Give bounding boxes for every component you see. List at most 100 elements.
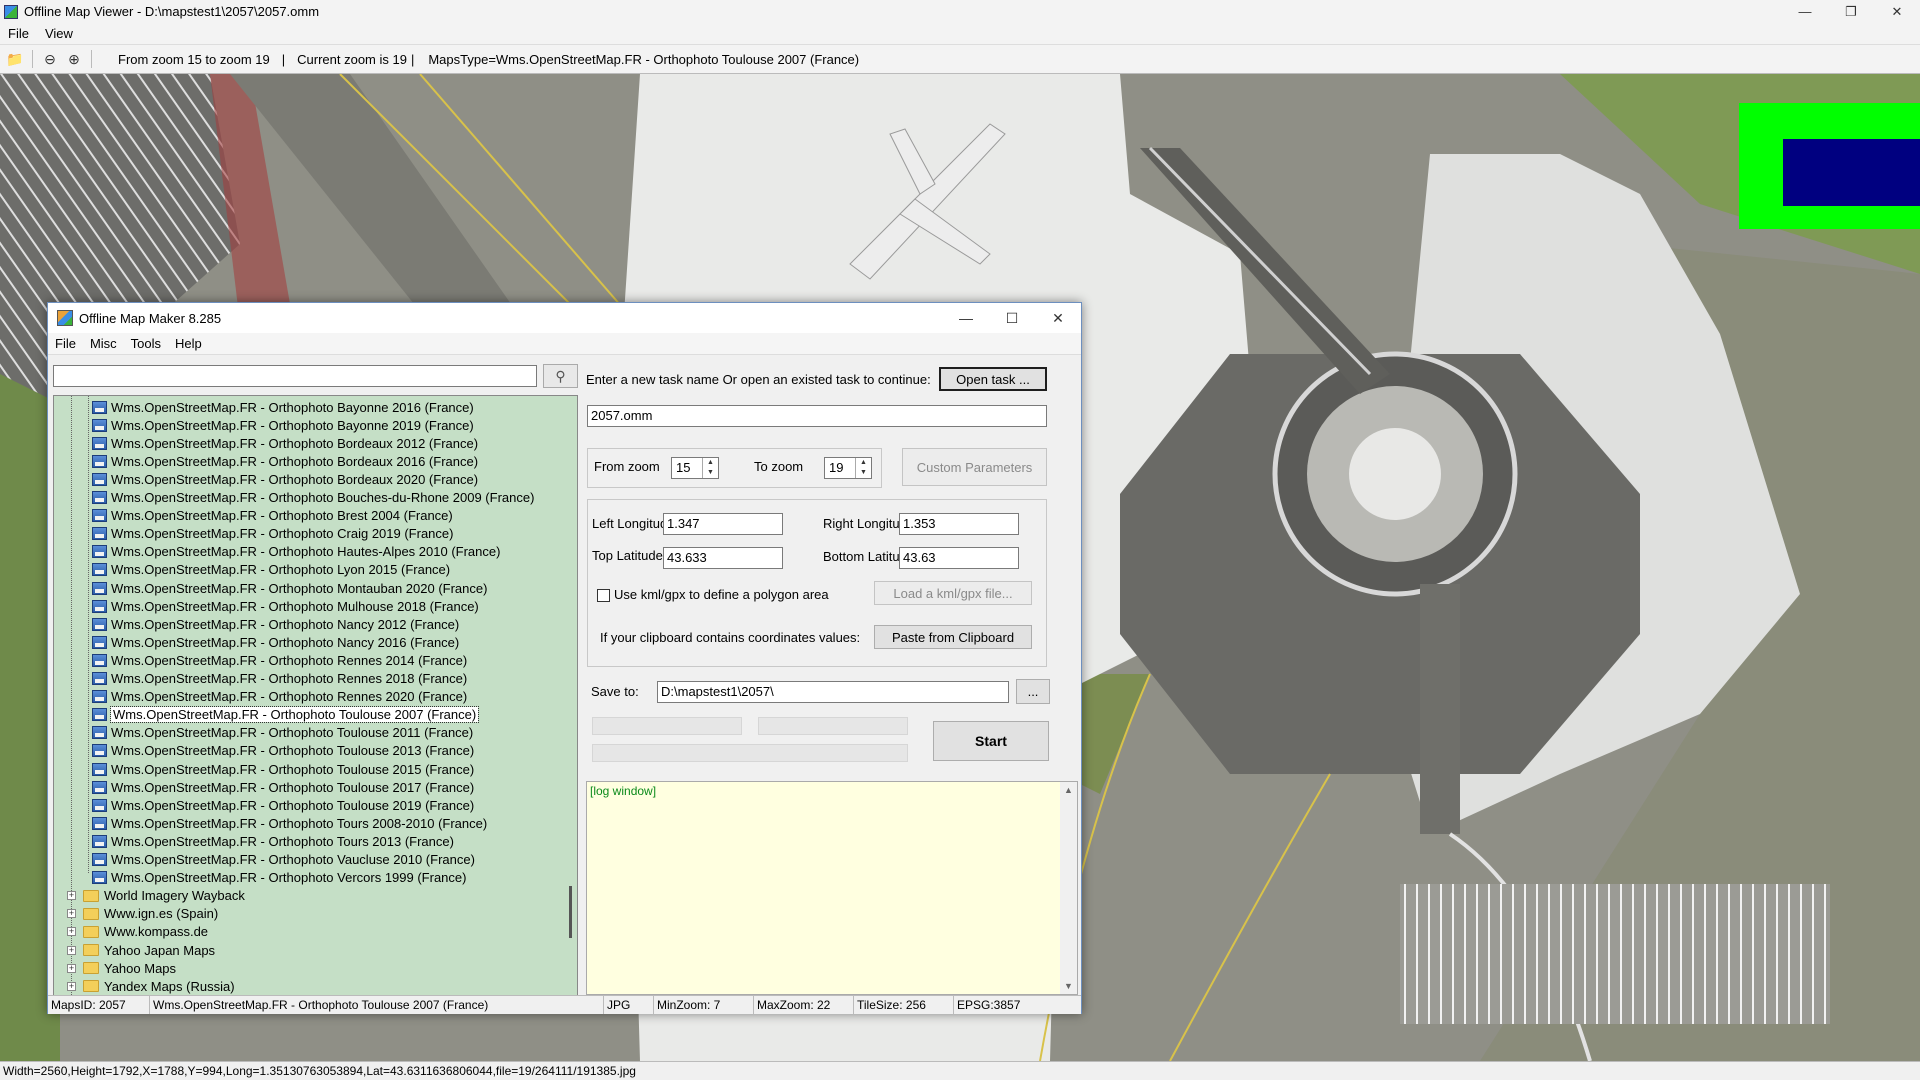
load-kml-button[interactable]: Load a kml/gpx file... bbox=[874, 581, 1032, 605]
zoom-in-icon[interactable]: ⊕ bbox=[65, 50, 83, 68]
tree-map-item[interactable]: Wms.OpenStreetMap.FR - Orthophoto Toulou… bbox=[92, 778, 474, 796]
from-zoom-spinner[interactable]: 15 ▲ ▼ bbox=[671, 457, 719, 479]
bottom-latitude-input[interactable]: 43.63 bbox=[899, 547, 1019, 569]
expand-plus-icon[interactable]: + bbox=[67, 963, 76, 973]
viewer-status-bar: Width=2560,Height=1792,X=1788,Y=994,Long… bbox=[0, 1061, 1920, 1080]
task-name-input[interactable]: 2057.omm bbox=[587, 405, 1047, 427]
map-layer-icon bbox=[92, 617, 107, 631]
tree-map-item[interactable]: Wms.OpenStreetMap.FR - Orthophoto Tours … bbox=[92, 814, 487, 832]
tree-map-item[interactable]: Wms.OpenStreetMap.FR - Orthophoto Toulou… bbox=[92, 724, 473, 742]
viewer-toolbar: 📁 ⊖ ⊕ From zoom 15 to zoom 19 | Current … bbox=[0, 44, 1920, 74]
scroll-down-icon[interactable]: ▼ bbox=[1064, 981, 1073, 991]
tree-map-item[interactable]: Wms.OpenStreetMap.FR - Orthophoto Mulhou… bbox=[92, 597, 479, 615]
open-task-button[interactable]: Open task ... bbox=[939, 367, 1047, 391]
tree-map-item[interactable]: Wms.OpenStreetMap.FR - Orthophoto Vercor… bbox=[92, 869, 466, 887]
dialog-title-bar[interactable]: Offline Map Maker 8.285 — ☐ ✕ bbox=[48, 303, 1081, 333]
dialog-close-button[interactable]: ✕ bbox=[1035, 303, 1081, 333]
tree-folder-item[interactable]: + Yahoo Maps bbox=[67, 959, 176, 977]
open-folder-icon[interactable]: 📁 bbox=[6, 50, 24, 68]
map-layer-icon bbox=[92, 762, 107, 776]
tree-map-item[interactable]: Wms.OpenStreetMap.FR - Orthophoto Bordea… bbox=[92, 470, 478, 488]
map-layer-icon bbox=[92, 581, 107, 595]
tree-map-item[interactable]: Wms.OpenStreetMap.FR - Orthophoto Vauclu… bbox=[92, 851, 475, 869]
tree-folder-item[interactable]: + World Imagery Wayback bbox=[67, 887, 245, 905]
expand-plus-icon[interactable]: + bbox=[67, 981, 76, 991]
map-layer-icon bbox=[92, 780, 107, 794]
tree-map-item[interactable]: Wms.OpenStreetMap.FR - Orthophoto Toulou… bbox=[92, 796, 474, 814]
expand-plus-icon[interactable]: + bbox=[67, 891, 76, 901]
tree-map-item[interactable]: Wms.OpenStreetMap.FR - Orthophoto Hautes… bbox=[92, 543, 500, 561]
from-zoom-label: From zoom bbox=[594, 459, 660, 474]
tree-map-item[interactable]: Wms.OpenStreetMap.FR - Orthophoto Lyon 2… bbox=[92, 561, 450, 579]
tree-map-item[interactable]: Wms.OpenStreetMap.FR - Orthophoto Craig … bbox=[92, 525, 453, 543]
minimize-button[interactable]: — bbox=[1782, 0, 1828, 23]
map-name-cell: Wms.OpenStreetMap.FR - Orthophoto Toulou… bbox=[150, 996, 604, 1014]
dialog-menu-misc[interactable]: Misc bbox=[83, 336, 124, 351]
tree-map-item[interactable]: Wms.OpenStreetMap.FR - Orthophoto Toulou… bbox=[92, 760, 474, 778]
scroll-up-icon[interactable]: ▲ bbox=[1064, 785, 1073, 795]
to-zoom-spinner[interactable]: 19 ▲ ▼ bbox=[824, 457, 872, 479]
log-window[interactable]: [log window] ▲ ▼ bbox=[586, 781, 1078, 995]
tree-map-item[interactable]: Wms.OpenStreetMap.FR - Orthophoto Nancy … bbox=[92, 615, 459, 633]
use-kml-checkbox[interactable] bbox=[597, 589, 610, 602]
tree-map-item[interactable]: Wms.OpenStreetMap.FR - Orthophoto Toulou… bbox=[92, 742, 474, 760]
custom-parameters-button[interactable]: Custom Parameters bbox=[902, 448, 1047, 486]
tree-map-item[interactable]: Wms.OpenStreetMap.FR - Orthophoto Montau… bbox=[92, 579, 487, 597]
tree-map-item-label: Wms.OpenStreetMap.FR - Orthophoto Toulou… bbox=[111, 797, 475, 813]
tree-map-item[interactable]: Wms.OpenStreetMap.FR - Orthophoto Nancy … bbox=[92, 633, 459, 651]
viewer-menu-bar: File View bbox=[0, 23, 1920, 44]
tree-folder-item[interactable]: + Www.ign.es (Spain) bbox=[67, 905, 218, 923]
close-button[interactable]: ✕ bbox=[1874, 0, 1920, 23]
use-kml-label: Use kml/gpx to define a polygon area bbox=[614, 587, 829, 602]
tree-guide-line bbox=[88, 396, 89, 874]
map-search-input[interactable] bbox=[53, 365, 537, 387]
cursor-info-text: Width=2560,Height=1792,X=1788,Y=994,Long… bbox=[3, 1064, 636, 1078]
tree-map-item[interactable]: Wms.OpenStreetMap.FR - Orthophoto Rennes… bbox=[92, 670, 467, 688]
folder-icon bbox=[83, 889, 99, 902]
spinner-arrows-icon[interactable]: ▲ ▼ bbox=[702, 458, 718, 478]
search-button[interactable]: ⚲ bbox=[543, 364, 578, 388]
dialog-menu-help[interactable]: Help bbox=[168, 336, 209, 351]
tree-map-item[interactable]: Wms.OpenStreetMap.FR - Orthophoto Bayonn… bbox=[92, 398, 474, 416]
tree-map-item-label: Wms.OpenStreetMap.FR - Orthophoto Rennes… bbox=[111, 652, 468, 668]
tree-map-item[interactable]: Wms.OpenStreetMap.FR - Orthophoto Bayonn… bbox=[92, 416, 474, 434]
menu-view[interactable]: View bbox=[37, 26, 81, 41]
tree-folder-item[interactable]: + Yahoo Japan Maps bbox=[67, 941, 215, 959]
tree-scroll-thumb[interactable] bbox=[569, 886, 572, 938]
paste-clipboard-button[interactable]: Paste from Clipboard bbox=[874, 625, 1032, 649]
left-longitude-input[interactable]: 1.347 bbox=[663, 513, 783, 535]
menu-file[interactable]: File bbox=[0, 26, 37, 41]
tree-scrollbar[interactable] bbox=[560, 396, 577, 996]
browse-button[interactable]: ... bbox=[1016, 679, 1050, 704]
map-layer-icon bbox=[92, 509, 107, 523]
tree-map-item[interactable]: Wms.OpenStreetMap.FR - Orthophoto Brest … bbox=[92, 507, 453, 525]
tree-map-item[interactable]: Wms.OpenStreetMap.FR - Orthophoto Toulou… bbox=[92, 706, 480, 724]
dialog-minimize-button[interactable]: — bbox=[943, 303, 989, 333]
top-latitude-input[interactable]: 43.633 bbox=[663, 547, 783, 569]
expand-plus-icon[interactable]: + bbox=[67, 927, 76, 937]
tree-folder-item[interactable]: + Yandex Maps (Russia) bbox=[67, 977, 235, 995]
tree-folder-item[interactable]: + Www.kompass.de bbox=[67, 923, 208, 941]
tree-map-item[interactable]: Wms.OpenStreetMap.FR - Orthophoto Bordea… bbox=[92, 452, 478, 470]
tree-map-item[interactable]: Wms.OpenStreetMap.FR - Orthophoto Bordea… bbox=[92, 434, 478, 452]
tree-map-item[interactable]: Wms.OpenStreetMap.FR - Orthophoto Rennes… bbox=[92, 651, 467, 669]
dialog-menu-tools[interactable]: Tools bbox=[124, 336, 168, 351]
restore-button[interactable]: ❐ bbox=[1828, 0, 1874, 23]
zoom-out-icon[interactable]: ⊖ bbox=[41, 50, 59, 68]
tree-map-item[interactable]: Wms.OpenStreetMap.FR - Orthophoto Tours … bbox=[92, 832, 454, 850]
expand-plus-icon[interactable]: + bbox=[67, 945, 76, 955]
start-button[interactable]: Start bbox=[933, 721, 1049, 761]
log-scrollbar[interactable]: ▲ ▼ bbox=[1060, 782, 1077, 994]
expand-plus-icon[interactable]: + bbox=[67, 909, 76, 919]
tree-folder-label: Yahoo Maps bbox=[104, 960, 177, 976]
dialog-maximize-button[interactable]: ☐ bbox=[989, 303, 1035, 333]
dialog-menu-file[interactable]: File bbox=[48, 336, 83, 351]
map-source-tree[interactable]: Wms.OpenStreetMap.FR - Orthophoto Bayonn… bbox=[53, 395, 578, 997]
tree-map-item[interactable]: Wms.OpenStreetMap.FR - Orthophoto Rennes… bbox=[92, 688, 467, 706]
spinner-arrows-icon[interactable]: ▲ ▼ bbox=[855, 458, 871, 478]
tree-map-item[interactable]: Wms.OpenStreetMap.FR - Orthophoto Bouche… bbox=[92, 489, 534, 507]
tree-folder-label: Www.kompass.de bbox=[104, 924, 209, 940]
tree-map-item-label: Wms.OpenStreetMap.FR - Orthophoto Tours … bbox=[111, 815, 488, 831]
right-longitude-input[interactable]: 1.353 bbox=[899, 513, 1019, 535]
save-path-input[interactable]: D:\mapstest1\2057\ bbox=[657, 681, 1009, 703]
